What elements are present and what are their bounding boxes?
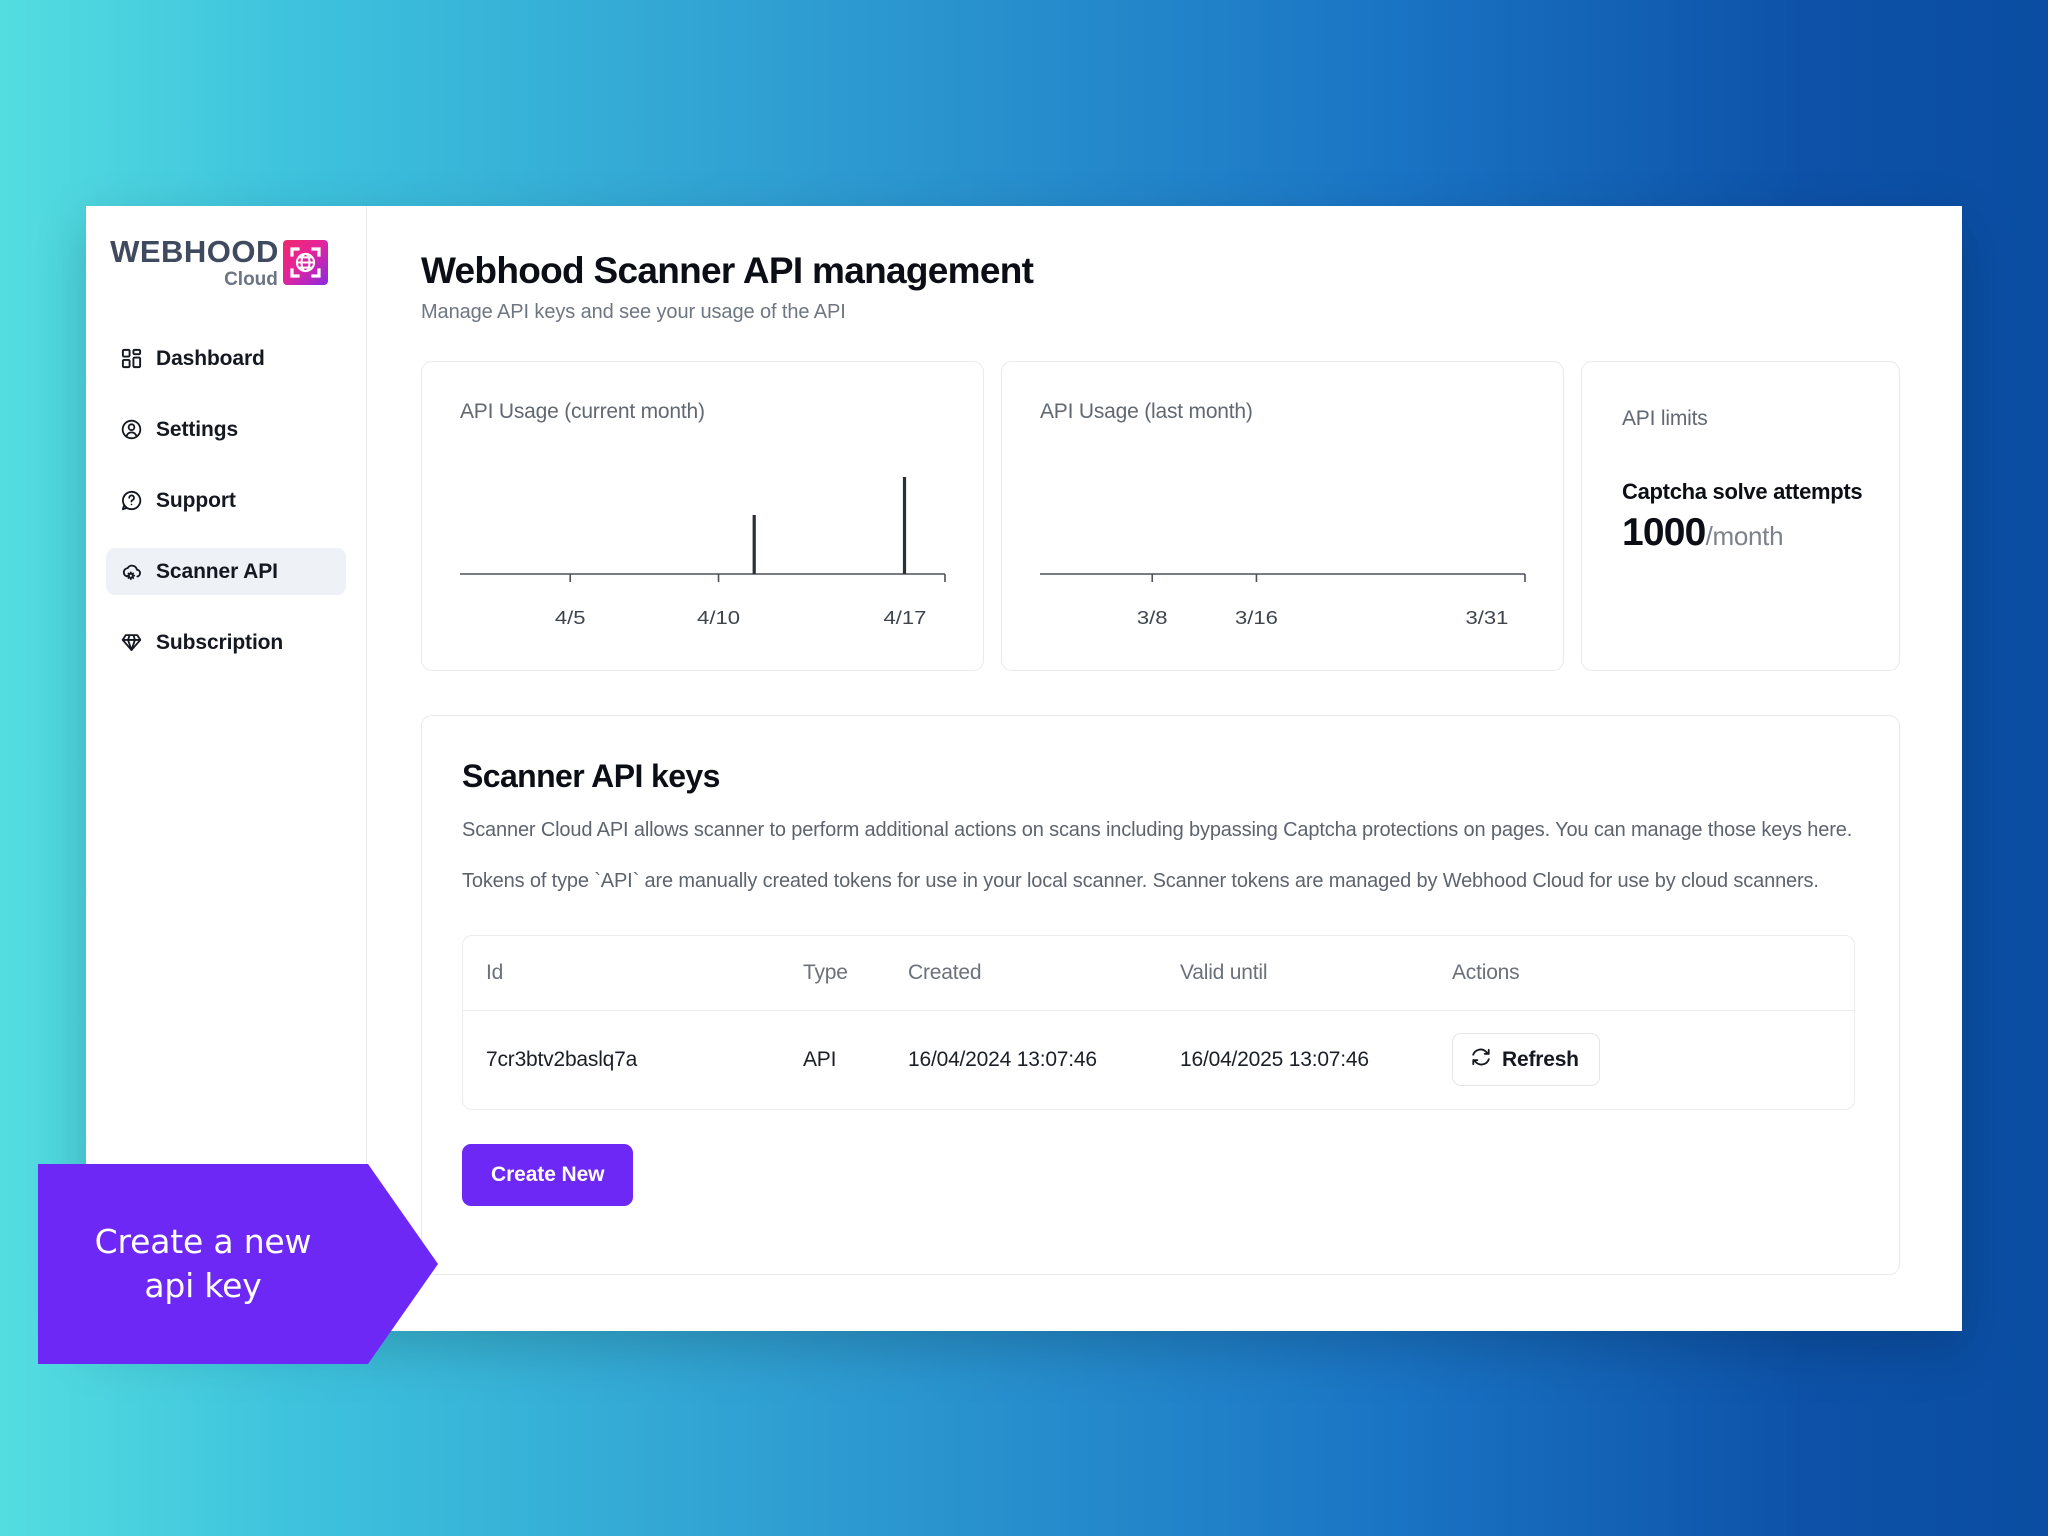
refresh-button[interactable]: Refresh xyxy=(1452,1033,1600,1087)
cell-created: 16/04/2024 13:07:46 xyxy=(908,1047,1097,1071)
x-tick-label: 4/17 xyxy=(883,608,926,629)
column-header-created: Created xyxy=(908,960,982,984)
table-header-row: Id Type Created Valid until Actions xyxy=(463,936,1854,1011)
keys-panel-description-1: Scanner Cloud API allows scanner to perf… xyxy=(462,819,1853,841)
api-keys-table: Id Type Created Valid until Actions 7cr3… xyxy=(462,934,1855,1110)
user-circle-icon xyxy=(120,418,143,441)
refresh-icon xyxy=(1470,1046,1492,1074)
cell-id: 7cr3btv2baslq7a xyxy=(486,1047,638,1071)
sidebar-item-settings[interactable]: Settings xyxy=(106,406,346,453)
sidebar-item-scanner-api[interactable]: Scanner API xyxy=(106,548,346,595)
card-caption: API limits xyxy=(1622,407,1708,430)
sidebar-item-support[interactable]: Support xyxy=(106,477,346,524)
diamond-icon xyxy=(120,631,143,654)
app-window: WEBHOOD Cloud Dashboard Settings Support… xyxy=(86,206,1962,1331)
callout-line-1: Create a new xyxy=(94,1222,312,1262)
card-caption: API Usage (current month) xyxy=(460,400,705,423)
cell-type: API xyxy=(803,1047,837,1071)
logo-subtext: Cloud xyxy=(224,269,278,290)
limit-metric-value: 1000/month xyxy=(1622,511,1899,555)
sidebar-item-label: Subscription xyxy=(156,630,284,654)
sidebar-item-subscription[interactable]: Subscription xyxy=(106,619,346,666)
logo-wordmark: WEBHOOD xyxy=(110,234,279,269)
sidebar: WEBHOOD Cloud Dashboard Settings Support… xyxy=(86,206,367,1331)
sidebar-item-dashboard[interactable]: Dashboard xyxy=(106,335,346,382)
column-header-actions: Actions xyxy=(1452,960,1520,984)
sidebar-item-label: Scanner API xyxy=(156,559,278,583)
callout-create-api-key: Create a new api key xyxy=(38,1164,438,1364)
page-subtitle: Manage API keys and see your usage of th… xyxy=(421,301,846,323)
sidebar-item-label: Settings xyxy=(156,417,239,441)
sidebar-item-label: Support xyxy=(156,488,236,512)
page-title: Webhood Scanner API management xyxy=(421,250,1034,291)
sidebar-nav: Dashboard Settings Support Scanner API S… xyxy=(86,335,366,666)
refresh-button-label: Refresh xyxy=(1502,1047,1579,1071)
limit-number: 1000 xyxy=(1622,511,1706,554)
keys-panel-title: Scanner API keys xyxy=(462,758,720,794)
column-header-type: Type xyxy=(803,960,848,984)
cell-valid-until: 16/04/2025 13:07:46 xyxy=(1180,1047,1369,1071)
dashboard-grid-icon xyxy=(120,347,143,370)
card-api-usage-current: API Usage (current month) 4/5 4/10 4/17 xyxy=(421,361,984,671)
stat-cards-row: API Usage (current month) 4/5 4/10 4/17 … xyxy=(421,361,1900,671)
cell-actions: Refresh xyxy=(1452,1033,1854,1087)
x-tick-label: 4/10 xyxy=(697,608,740,629)
card-api-usage-last: API Usage (last month) 3/8 3/16 3/31 xyxy=(1001,361,1564,671)
x-tick-label: 4/5 xyxy=(555,608,586,629)
usage-chart-last: 3/8 3/16 3/31 xyxy=(1040,466,1531,629)
column-header-id: Id xyxy=(486,960,504,984)
callout-line-2: api key xyxy=(144,1266,262,1305)
keys-panel-description-2: Tokens of type `API` are manually create… xyxy=(462,870,1819,893)
create-new-button[interactable]: Create New xyxy=(462,1143,634,1206)
x-tick-label: 3/31 xyxy=(1465,608,1508,629)
usage-chart-current: 4/5 4/10 4/17 xyxy=(460,466,951,629)
x-tick-label: 3/16 xyxy=(1235,608,1278,629)
scanner-api-keys-panel: Scanner API keys Scanner Cloud API allow… xyxy=(421,715,1900,1275)
table-row: 7cr3btv2baslq7a API 16/04/2024 13:07:46 … xyxy=(463,1011,1854,1109)
main-content: Webhood Scanner API management Manage AP… xyxy=(367,206,1962,1331)
column-header-valid-until: Valid until xyxy=(1180,960,1268,984)
sidebar-item-label: Dashboard xyxy=(156,346,265,370)
limit-unit: /month xyxy=(1705,521,1784,551)
limit-metric-label: Captcha solve attempts xyxy=(1622,479,1863,504)
card-api-limits: API limits Captcha solve attempts 1000/m… xyxy=(1581,361,1900,671)
brand-logo[interactable]: WEBHOOD Cloud xyxy=(86,236,366,289)
question-chat-icon xyxy=(120,489,143,512)
callout-text: Create a new api key xyxy=(38,1164,368,1364)
cloud-gear-icon xyxy=(120,560,143,583)
x-tick-label: 3/8 xyxy=(1137,608,1168,629)
card-caption: API Usage (last month) xyxy=(1040,400,1253,423)
globe-scan-icon xyxy=(282,240,328,285)
